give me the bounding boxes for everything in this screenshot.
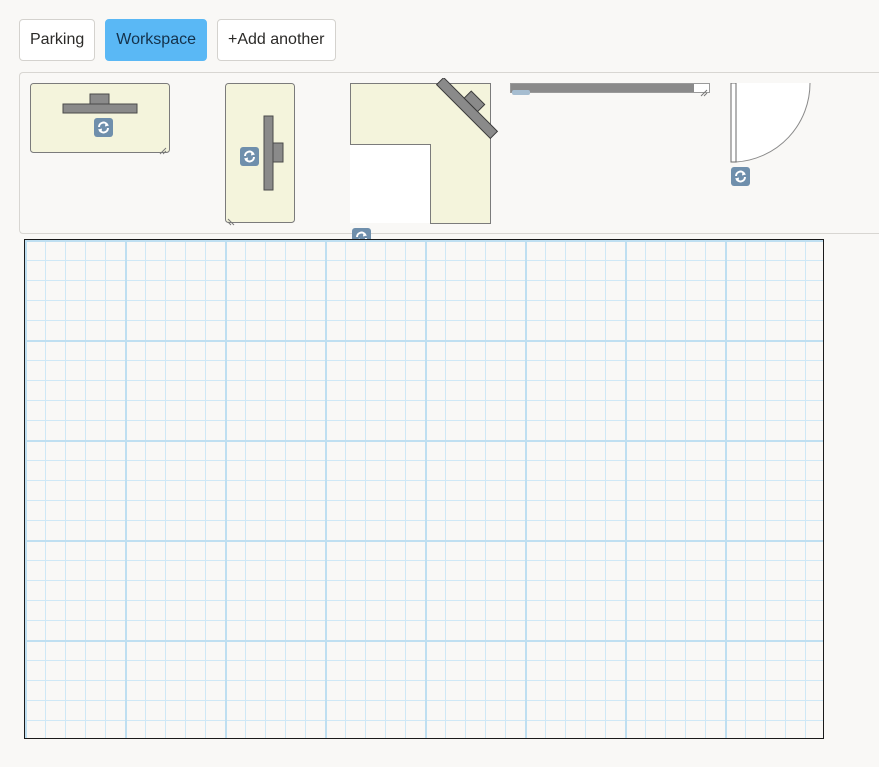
- furniture-palette: [19, 72, 879, 247]
- palette-item-desk-vertical[interactable]: [225, 83, 295, 226]
- floor-tabs: Parking Workspace +Add another: [19, 19, 336, 61]
- resize-handle-icon[interactable]: [227, 213, 235, 226]
- rotate-icon[interactable]: [731, 167, 750, 186]
- tab-add-another[interactable]: +Add another: [216, 19, 336, 61]
- palette-item-desk-horizontal[interactable]: [30, 83, 170, 155]
- floor-plan-canvas[interactable]: [24, 239, 824, 739]
- palette-item-wall-segment[interactable]: [510, 83, 710, 97]
- tab-parking[interactable]: Parking: [19, 19, 96, 61]
- resize-handle-icon[interactable]: [159, 142, 167, 155]
- palette-item-corner-desk[interactable]: [350, 78, 500, 247]
- rotate-icon[interactable]: [240, 147, 259, 166]
- resize-handle-icon[interactable]: [700, 84, 708, 97]
- rotate-icon[interactable]: [94, 118, 113, 137]
- palette-item-door[interactable]: [730, 83, 815, 188]
- tab-workspace[interactable]: Workspace: [105, 19, 207, 61]
